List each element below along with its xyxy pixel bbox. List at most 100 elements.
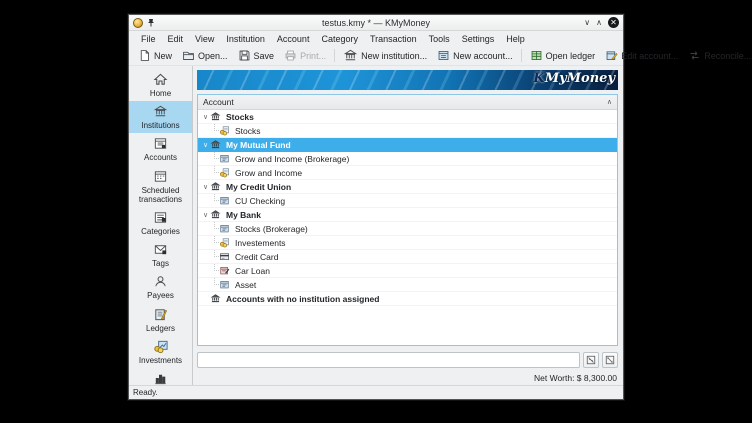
save-icon	[238, 49, 251, 62]
account-filter-input[interactable]	[197, 352, 580, 368]
tree-row-stocks-brokerage[interactable]: Stocks (Brokerage)	[198, 222, 617, 236]
sidebar-item-categories[interactable]: Categories	[129, 207, 192, 239]
tree-row-label: Grow and Income	[235, 168, 302, 178]
new-institution-button[interactable]: New institution...	[338, 47, 432, 64]
sort-indicator-icon[interactable]: ∧	[607, 98, 612, 106]
sidebar-item-accounts[interactable]: Accounts	[129, 133, 192, 165]
minimize-button[interactable]: ∨	[584, 19, 590, 27]
sidebar-item-label: Scheduled transactions	[130, 186, 191, 204]
menu-settings[interactable]: Settings	[456, 33, 501, 45]
expander-icon[interactable]: ∨	[201, 141, 210, 149]
sidebar-item-investments[interactable]: Investments	[129, 336, 192, 368]
tree-row-grow-and-income-brokerage[interactable]: Grow and Income (Brokerage)	[198, 152, 617, 166]
kmymoney-logo: KMyMoney	[533, 71, 615, 86]
menu-edit[interactable]: Edit	[162, 33, 190, 45]
tree-row-grow-and-income[interactable]: Grow and Income	[198, 166, 617, 180]
expander-icon[interactable]: ∨	[201, 183, 210, 191]
menu-institution[interactable]: Institution	[220, 33, 271, 45]
open-ledger-button[interactable]: Open ledger	[525, 48, 601, 63]
tree-row-car-loan[interactable]: Car Loan	[198, 264, 617, 278]
toolbar-button-label: Open...	[198, 51, 228, 61]
new-button[interactable]: New	[133, 48, 177, 63]
tree-row-label: My Bank	[226, 210, 261, 220]
sidebar-item-payees[interactable]: Payees	[129, 271, 192, 303]
document-new-icon	[138, 49, 151, 62]
sidebar-item-tags[interactable]: Tags	[129, 239, 192, 271]
reconcile-button[interactable]: Reconcile...	[683, 48, 752, 63]
checking-icon	[219, 223, 231, 234]
sidebar-item-scheduled-transactions[interactable]: Scheduled transactions	[129, 166, 192, 207]
tree-row-label: Car Loan	[235, 266, 270, 276]
checking-icon	[219, 279, 231, 290]
folder-open-icon	[182, 49, 195, 62]
close-button[interactable]: ✕	[608, 17, 619, 28]
tree-branch-line	[210, 124, 219, 137]
investment-icon	[219, 125, 231, 136]
toolbar-separator	[521, 49, 522, 62]
tree-column-header-label: Account	[203, 97, 234, 107]
open-button[interactable]: Open...	[177, 48, 233, 63]
tree-row-accounts-with-no-institution-assigned[interactable]: Accounts with no institution assigned	[198, 292, 617, 306]
investments-icon	[153, 339, 169, 356]
status-text: Ready.	[133, 388, 158, 397]
collapse-all-icon	[586, 355, 596, 365]
toolbar-separator	[334, 49, 335, 62]
toolbar-button-label: New institution...	[361, 51, 427, 61]
inst-bank-icon	[210, 111, 222, 122]
menu-view[interactable]: View	[189, 33, 220, 45]
tree-row-my-bank[interactable]: ∨ My Bank	[198, 208, 617, 222]
toolbar-button-label: Open ledger	[546, 51, 596, 61]
titlebar[interactable]: testus.kmy * — KMyMoney ∨ ∧ ✕	[129, 15, 623, 31]
collapse-all-button[interactable]	[583, 352, 599, 368]
tree-column-header[interactable]: Account ∧	[198, 95, 617, 110]
sidebar-item-reports[interactable]: Reports	[129, 368, 192, 385]
expander-icon[interactable]: ∨	[201, 211, 210, 219]
home-icon	[153, 72, 168, 89]
expander-icon[interactable]: ∨	[201, 113, 210, 121]
menu-file[interactable]: File	[135, 33, 162, 45]
tree-branch-line	[210, 152, 219, 165]
sidebar-item-label: Payees	[147, 291, 174, 300]
inst-bank-icon	[210, 293, 222, 304]
tree-row-my-mutual-fund[interactable]: ∨My Mutual Fund	[198, 138, 617, 152]
expand-all-icon	[605, 355, 615, 365]
sidebar-item-label: Home	[150, 89, 171, 98]
tree-row-cu-checking[interactable]: CU Checking	[198, 194, 617, 208]
filter-row	[197, 350, 618, 370]
scheduled-icon	[153, 169, 168, 186]
checking-icon	[219, 153, 231, 164]
credit-card-icon	[219, 251, 231, 262]
sidebar-item-home[interactable]: Home	[129, 69, 192, 101]
tree-row-label: Stocks (Brokerage)	[235, 224, 308, 234]
account-edit-icon	[605, 49, 618, 62]
tree-row-label: Stocks	[226, 112, 254, 122]
menu-tools[interactable]: Tools	[423, 33, 456, 45]
menu-account[interactable]: Account	[271, 33, 316, 45]
tree-row-asset[interactable]: Asset	[198, 278, 617, 292]
tree-branch-line	[210, 250, 219, 263]
toolbar: NewOpen...SavePrint...New institution...…	[129, 46, 623, 66]
tree-row-label: My Credit Union	[226, 182, 291, 192]
maximize-button[interactable]: ∧	[596, 19, 602, 27]
tree-row-investements[interactable]: Investements	[198, 236, 617, 250]
tree-row-stocks[interactable]: ∨ Stocks	[198, 110, 617, 124]
menu-help[interactable]: Help	[500, 33, 531, 45]
new-account-button[interactable]: New account...	[432, 48, 518, 63]
tree-row-stocks[interactable]: Stocks	[198, 124, 617, 138]
sidebar-item-label: Tags	[152, 259, 169, 268]
sidebar-item-label: Accounts	[144, 153, 177, 162]
save-button[interactable]: Save	[233, 48, 280, 63]
sidebar-item-label: Categories	[141, 227, 180, 236]
sidebar-item-institutions[interactable]: Institutions	[129, 101, 192, 133]
tree-row-my-credit-union[interactable]: ∨ My Credit Union	[198, 180, 617, 194]
menu-category[interactable]: Category	[315, 33, 364, 45]
sidebar-item-ledgers[interactable]: Ledgers	[129, 304, 192, 336]
sidebar-item-label: Investments	[139, 356, 182, 365]
tree-branch-line	[210, 194, 219, 207]
kmymoney-coin-icon	[133, 18, 143, 28]
expand-all-button[interactable]	[602, 352, 618, 368]
menu-transaction[interactable]: Transaction	[364, 33, 423, 45]
edit-account-button[interactable]: Edit account...	[600, 48, 683, 63]
tree-row-credit-card[interactable]: Credit Card	[198, 250, 617, 264]
ledgers-icon	[153, 307, 168, 324]
